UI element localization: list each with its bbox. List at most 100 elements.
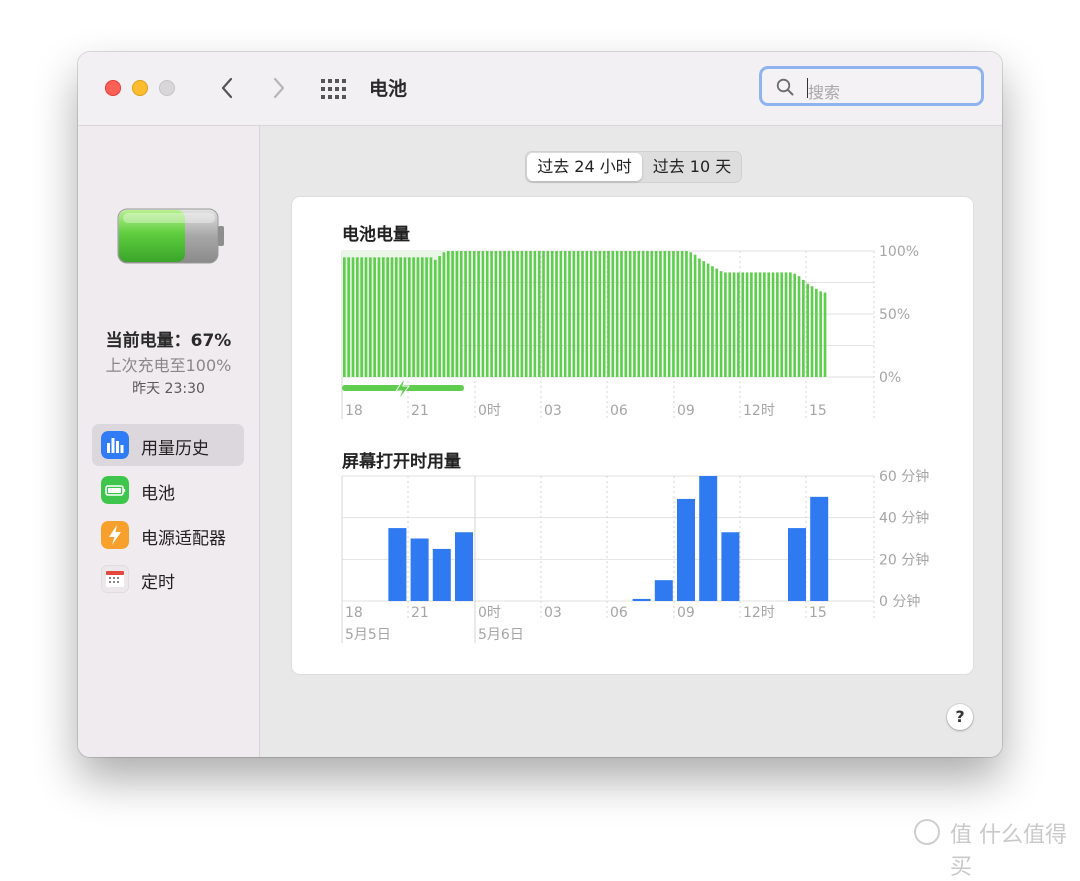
battery-bar — [611, 251, 615, 377]
battery-bar — [767, 272, 771, 377]
battery-bar — [568, 251, 571, 377]
close-window-button[interactable] — [105, 80, 121, 96]
zoom-window-button[interactable] — [159, 80, 175, 96]
search-field[interactable]: 搜索 — [759, 66, 984, 106]
battery-bar — [728, 272, 732, 377]
y-tick-label: 60 分钟 — [879, 469, 929, 485]
minimize-window-button[interactable] — [132, 80, 148, 96]
battery-bar — [386, 257, 389, 377]
battery-bar — [776, 272, 779, 377]
battery-bar — [542, 251, 545, 377]
battery-bar — [663, 251, 667, 377]
battery-bar — [420, 257, 424, 377]
battery-bar — [403, 257, 407, 377]
help-button[interactable]: ? — [947, 704, 973, 730]
last-charged-level: 上次充电至100% — [105, 356, 232, 375]
screen-on-usage-chart: 60 分钟 40 分钟 20 分钟 0 分钟 18 21 0时 03 06 09 12时 15 5月5日… — [341, 469, 929, 643]
battery-bar — [472, 251, 476, 377]
battery-bar — [511, 251, 515, 377]
battery-bar — [624, 251, 628, 377]
show-all-grid-icon[interactable] — [321, 79, 347, 99]
sidebar-item-usage-history[interactable]: 用量历史 — [92, 424, 244, 466]
battery-bar — [494, 251, 498, 377]
battery-bar — [680, 251, 684, 377]
watermark: 值 什么值得买 — [950, 823, 1067, 880]
x-tick-label: 0时 — [478, 403, 501, 419]
battery-level-chart-title: 电池电量 — [342, 225, 410, 245]
battery-bar — [529, 251, 532, 377]
search-placeholder: 搜索 — [808, 83, 841, 102]
sidebar-item-power-adapter[interactable]: 电源适配器 — [92, 514, 244, 556]
battery-bar — [555, 251, 558, 377]
battery-bar — [793, 273, 797, 377]
battery-bar — [429, 257, 433, 377]
y-tick-label: 40 分钟 — [879, 510, 929, 527]
segment-last-10-days[interactable]: 过去 10 天 — [644, 153, 740, 181]
battery-bar — [685, 251, 688, 377]
battery-bar — [507, 251, 511, 377]
battery-bar — [689, 252, 693, 377]
sidebar-item-schedule[interactable]: 定时 — [92, 558, 244, 600]
battery-bar — [524, 251, 528, 377]
y-tick-label: 100% — [879, 244, 919, 260]
battery-bar — [563, 251, 567, 377]
battery-icon — [101, 476, 129, 504]
usage-history-card: 电池电量 100% 50% 0% 18 21 0时 03 06 09 12时 15 屏幕打开时用量 … — [292, 197, 973, 674]
sidebar-item-label: 电源适配器 — [141, 529, 226, 549]
battery-bar — [572, 251, 576, 377]
usage-bar — [632, 598, 651, 601]
battery-bar — [754, 272, 758, 377]
battery-bar — [485, 251, 489, 377]
battery-level-icon — [117, 208, 224, 264]
battery-bar — [364, 257, 368, 377]
watermark-logo-icon — [914, 819, 940, 845]
battery-bar — [607, 251, 610, 377]
battery-bar — [823, 292, 827, 377]
sidebar-item-battery[interactable]: 电池 — [92, 469, 244, 511]
charging-bolt-icon — [395, 376, 410, 402]
battery-bar — [516, 251, 519, 377]
battery-bar — [464, 251, 467, 377]
battery-bar — [706, 263, 710, 377]
battery-bar — [784, 272, 788, 377]
time-range-segmented-control: 过去 24 小时 过去 10 天 — [525, 151, 742, 183]
x-tick-label: 18 — [345, 605, 363, 621]
usage-bar — [432, 548, 451, 601]
battery-bar — [373, 257, 376, 377]
x-tick-label: 21 — [411, 403, 429, 419]
usage-bar — [788, 528, 806, 601]
battery-bar — [390, 257, 394, 377]
battery-bar — [758, 272, 762, 377]
battery-bar — [360, 257, 363, 377]
x-tick-label: 06 — [610, 403, 628, 419]
battery-bar — [732, 272, 736, 377]
calendar-icon — [101, 565, 129, 593]
y-tick-label: 0% — [879, 370, 901, 386]
x-tick-label: 09 — [677, 403, 695, 419]
system-preferences-window: 电池 搜索 当前电量：67% 上次充电至100% 昨天 23:30 用量历史 电… — [78, 52, 1002, 757]
battery-bar — [394, 257, 398, 377]
battery-bar — [559, 251, 563, 377]
forward-arrow-icon[interactable] — [265, 73, 293, 103]
battery-bar — [771, 272, 775, 377]
back-arrow-icon[interactable] — [213, 73, 241, 103]
x-tick-label: 15 — [809, 605, 827, 621]
battery-bar — [468, 251, 472, 377]
battery-bar — [698, 258, 701, 377]
bar-chart-icon — [101, 431, 129, 459]
battery-bar — [355, 257, 359, 377]
battery-bar — [589, 251, 593, 377]
battery-bar — [693, 254, 697, 377]
x-tick-label: 09 — [677, 605, 695, 621]
battery-bar — [425, 257, 428, 377]
battery-bar — [520, 251, 524, 377]
battery-bar — [498, 251, 502, 377]
battery-bar — [641, 251, 645, 377]
battery-bar — [416, 257, 420, 377]
y-tick-label: 20 分钟 — [879, 551, 929, 568]
battery-bar — [745, 272, 749, 377]
usage-bar — [388, 528, 407, 601]
battery-bar — [711, 266, 714, 377]
segment-last-24-hours[interactable]: 过去 24 小时 — [527, 153, 642, 181]
battery-bar — [815, 288, 818, 377]
